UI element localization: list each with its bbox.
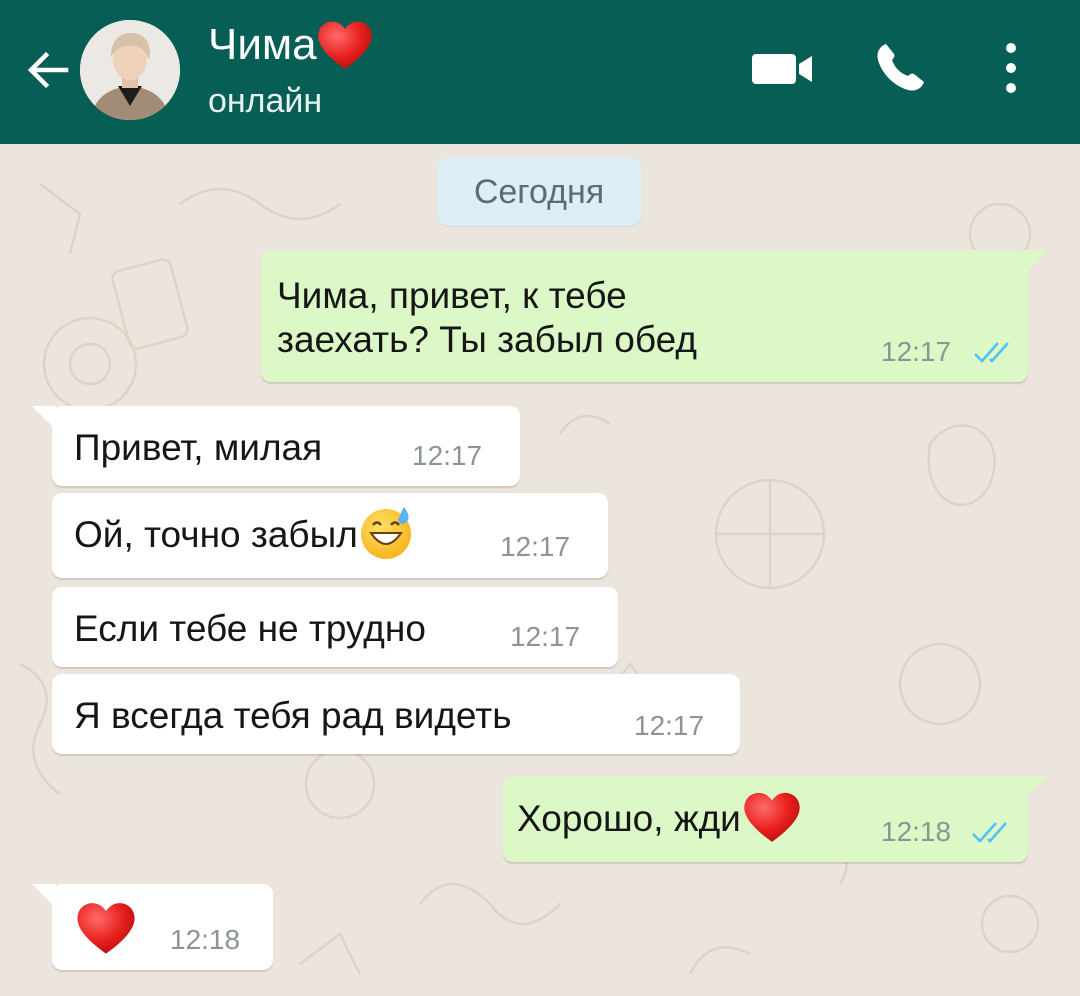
message-time: 12:17 (510, 621, 581, 652)
message-line: заехать? Ты забыл обед (277, 319, 697, 360)
message-time: 12:17 (881, 336, 952, 367)
message-text: Я всегда тебя рад видеть (74, 695, 512, 736)
message-bubble-incoming[interactable]: Если тебе не трудно 12:17 (52, 587, 618, 667)
message-text: Привет, милая (74, 427, 323, 468)
message-bubble-incoming[interactable]: Ой, точно забыл 12:17 (52, 493, 608, 578)
double-check-icon (974, 342, 1009, 363)
message-text: Хорошо, жди (517, 792, 803, 846)
message-time: 12:17 (500, 531, 571, 562)
message-time: 12:17 (412, 440, 483, 471)
more-vertical-icon[interactable] (996, 40, 1026, 96)
message-text: Чима, привет, к тебе заехать? Ты забыл о… (277, 274, 697, 362)
back-arrow-icon[interactable] (22, 44, 74, 96)
video-camera-icon[interactable] (752, 52, 814, 86)
red-heart-emoji (77, 903, 135, 954)
message-text: Ой, точно забыл (74, 507, 416, 561)
contact-name: Чима (208, 20, 317, 69)
message-time: 12:18 (170, 924, 241, 955)
double-check-icon (972, 822, 1007, 843)
contact-status: онлайн (208, 82, 323, 120)
grinning-sweat-emoji (360, 507, 411, 560)
message-text-content: Ой, точно забыл (74, 514, 358, 555)
message-bubble-incoming[interactable]: Привет, милая 12:17 (32, 406, 520, 486)
message-text: Если тебе не трудно (74, 608, 426, 649)
bubble-tail (1024, 250, 1048, 274)
message-bubble-outgoing[interactable]: Чима, привет, к тебе заехать? Ты забыл о… (261, 250, 1048, 382)
message-text-content: Хорошо, жди (517, 797, 741, 839)
bubble-tail (1024, 776, 1048, 800)
message-time: 12:17 (634, 710, 705, 741)
bubble-tail (32, 884, 56, 908)
date-separator: Сегодня (437, 158, 641, 226)
chat-header: Чима онлайн (0, 0, 1080, 144)
message-bubble-incoming[interactable]: Я всегда тебя рад видеть 12:17 (52, 674, 740, 754)
red-heart-emoji (744, 792, 800, 842)
bubble-tail (32, 406, 56, 430)
message-time: 12:18 (881, 816, 952, 847)
message-bubble-incoming[interactable]: 12:18 (32, 884, 273, 970)
red-heart-emoji (317, 21, 372, 69)
contact-name-row[interactable]: Чима (208, 18, 375, 72)
avatar[interactable] (80, 20, 180, 120)
message-bubble-outgoing[interactable]: Хорошо, жди 12:18 (503, 776, 1048, 862)
phone-icon[interactable] (872, 40, 928, 96)
message-list[interactable]: Сегодня Чима, привет, к тебе заехать? Ты… (0, 144, 1080, 996)
message-line: Чима, привет, к тебе (277, 275, 627, 316)
